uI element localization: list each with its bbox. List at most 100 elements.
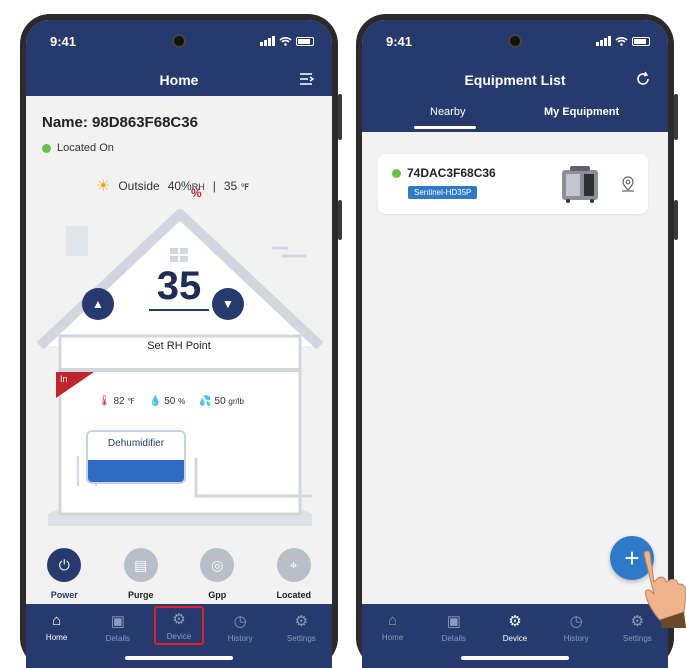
dehumidifier-label: Dehumidifier bbox=[107, 438, 165, 449]
tab-history-label: History bbox=[227, 634, 253, 643]
dehumidifier-graphic: Dehumidifier bbox=[86, 430, 186, 484]
setpoint-display: 35 bbox=[26, 264, 332, 311]
inside-readings: 🌡 82 ℉ 💧 50 % 💦 50 gr/lb bbox=[98, 396, 244, 407]
inside-badge: In bbox=[56, 372, 94, 398]
gear-icon: ⚙ bbox=[508, 613, 522, 630]
thermometer-icon: 🌡 bbox=[98, 396, 111, 407]
tab-details[interactable]: ▣ Details bbox=[93, 612, 143, 645]
model-badge: Sentinel-HD35P bbox=[408, 186, 478, 199]
pointing-hand-icon bbox=[643, 550, 686, 628]
home-header: 9:41 Home bbox=[26, 20, 332, 96]
home-body: Name: 98D863F68C36 Located On ☀ Outside … bbox=[26, 96, 332, 604]
purge-control[interactable]: ▤ Purge bbox=[109, 548, 173, 600]
droplet-icon: 💧 bbox=[149, 396, 162, 407]
location-pin-icon[interactable] bbox=[620, 176, 636, 192]
tab-device-label: Device bbox=[166, 632, 192, 641]
status-icons bbox=[596, 36, 650, 46]
signal-icon bbox=[596, 36, 611, 46]
battery-icon bbox=[296, 36, 314, 46]
exit-icon[interactable] bbox=[298, 70, 316, 88]
outside-conditions: ☀ Outside 40%RH | 35 ℉ bbox=[96, 176, 249, 196]
volume-button bbox=[338, 94, 342, 140]
power-control[interactable]: ⏻ Power bbox=[32, 548, 96, 600]
tab-home[interactable]: ⌂ Home bbox=[32, 612, 82, 645]
located-control-label: Located bbox=[276, 590, 311, 600]
tab-device[interactable]: ⚙ Device bbox=[490, 612, 540, 643]
home-screen: 9:41 Home Name: 98D863F68C36 Located On … bbox=[26, 20, 332, 668]
home-indicator[interactable] bbox=[461, 656, 569, 660]
equipment-phone: 9:41 Equipment List Nearby My Equipment … bbox=[356, 14, 678, 668]
device-serial-row: 74DAC3F68C36 bbox=[392, 166, 496, 180]
setpoint-label: Set RH Point bbox=[147, 340, 211, 352]
page-title: Home bbox=[159, 72, 199, 88]
outside-temp-unit: ℉ bbox=[240, 182, 250, 192]
details-icon: ▣ bbox=[110, 613, 125, 630]
control-buttons: ⏻ Power ▤ Purge ◎ Gpp ⌖ Located bbox=[26, 548, 332, 600]
status-time: 9:41 bbox=[386, 34, 413, 49]
status-time: 9:41 bbox=[50, 34, 77, 49]
tab-history-label: History bbox=[563, 634, 589, 643]
power-side-button bbox=[338, 200, 342, 240]
gpp-control[interactable]: ◎ Gpp bbox=[185, 548, 249, 600]
page-title: Equipment List bbox=[464, 72, 566, 88]
located-status: Located On bbox=[42, 142, 114, 154]
tab-history[interactable]: ◷ History bbox=[215, 612, 265, 645]
gear-icon: ⚙ bbox=[172, 611, 186, 628]
tab-settings-label: Settings bbox=[286, 634, 316, 643]
tab-history[interactable]: ◷ History bbox=[551, 612, 601, 643]
inside-temp-unit: ℉ bbox=[127, 397, 136, 406]
equipment-screen: 9:41 Equipment List Nearby My Equipment … bbox=[362, 20, 668, 668]
camera-cutout bbox=[508, 34, 522, 48]
located-label: Located On bbox=[57, 142, 114, 154]
inside-rh: 50 bbox=[164, 396, 176, 407]
inside-gpp: 50 bbox=[214, 396, 226, 407]
tab-my-equipment[interactable]: My Equipment bbox=[544, 106, 619, 118]
device-serial: 74DAC3F68C36 bbox=[407, 166, 496, 180]
outside-temp: 35 bbox=[223, 179, 238, 193]
locate-icon: ⌖ bbox=[276, 548, 311, 582]
tab-device[interactable]: ⚙ Device bbox=[153, 606, 204, 645]
home-icon: ⌂ bbox=[388, 612, 398, 629]
inside-rh-unit: % bbox=[178, 397, 186, 406]
tab-bar: ⌂ Home ▣ Details ⚙ Device ◷ History ⚙ Setting… bbox=[26, 604, 332, 668]
status-bar: 9:41 bbox=[26, 34, 332, 50]
battery-icon bbox=[632, 36, 650, 46]
inside-temp: 82 bbox=[113, 396, 125, 407]
gpp-icon: ◎ bbox=[200, 548, 235, 582]
water-drops-icon: 💦 bbox=[199, 396, 212, 407]
status-icons bbox=[260, 36, 314, 46]
tab-home-label: Home bbox=[381, 633, 404, 642]
home-indicator[interactable] bbox=[125, 656, 233, 660]
tab-settings[interactable]: ⚙ Settings bbox=[276, 612, 326, 645]
tab-details[interactable]: ▣ Details bbox=[429, 612, 479, 643]
tab-settings-label: Settings bbox=[622, 634, 652, 643]
tab-details-label: Details bbox=[441, 634, 466, 643]
signal-icon bbox=[260, 36, 275, 46]
inside-badge-label: In bbox=[60, 374, 68, 384]
tab-details-label: Details bbox=[105, 634, 130, 643]
outside-label: Outside bbox=[118, 179, 160, 193]
separator: | bbox=[212, 179, 216, 193]
device-card[interactable]: 74DAC3F68C36 Sentinel-HD35P bbox=[378, 154, 648, 214]
settings-icon: ⚙ bbox=[294, 613, 309, 630]
details-icon: ▣ bbox=[446, 613, 461, 630]
home-phone: 9:41 Home Name: 98D863F68C36 Located On … bbox=[20, 14, 342, 668]
refresh-icon[interactable] bbox=[634, 70, 652, 88]
purge-label: Purge bbox=[127, 590, 154, 600]
tab-device-label: Device bbox=[502, 634, 528, 643]
camera-cutout bbox=[172, 34, 186, 48]
tab-nearby[interactable]: Nearby bbox=[430, 106, 465, 118]
wifi-icon bbox=[615, 37, 628, 46]
home-icon: ⌂ bbox=[52, 612, 62, 629]
sun-icon: ☀ bbox=[96, 178, 111, 195]
equipment-header: 9:41 Equipment List Nearby My Equipment bbox=[362, 20, 668, 132]
located-control[interactable]: ⌖ Located bbox=[262, 548, 326, 600]
outside-rh: 40% bbox=[167, 179, 192, 193]
inside-gpp-unit: gr/lb bbox=[228, 397, 244, 406]
tab-home-label: Home bbox=[45, 633, 68, 642]
tab-home[interactable]: ⌂ Home bbox=[368, 612, 418, 643]
segment-tabs: Nearby My Equipment bbox=[362, 106, 668, 134]
power-label: Power bbox=[50, 590, 78, 600]
tab-bar: ⌂ Home ▣ Details ⚙ Device ◷ History ⚙ Setting… bbox=[362, 604, 668, 668]
gpp-label: Gpp bbox=[208, 590, 227, 600]
